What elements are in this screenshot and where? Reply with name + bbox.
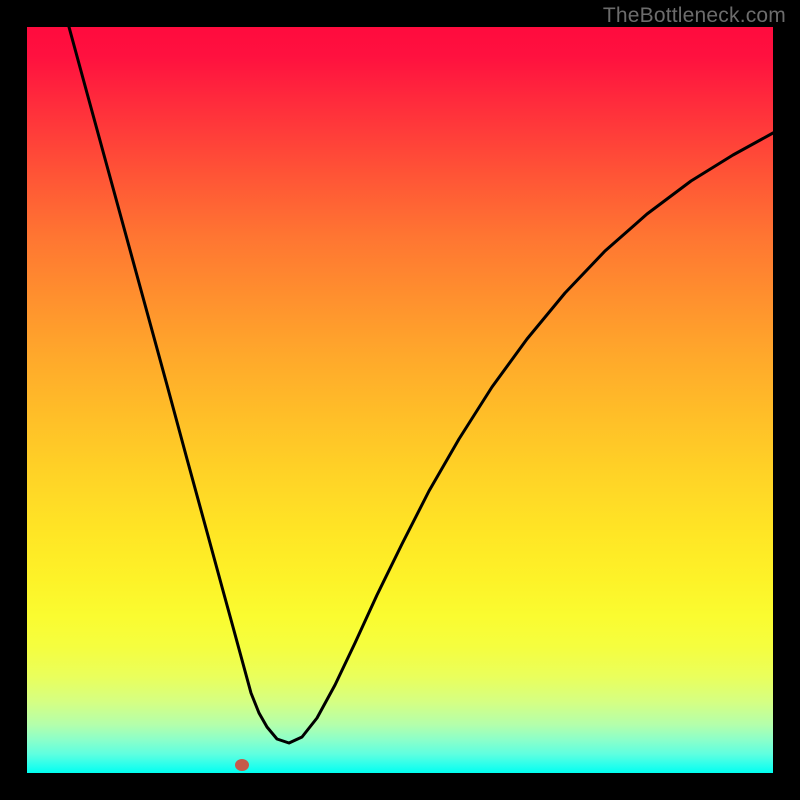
chart-area: [27, 27, 773, 773]
optimum-marker: [235, 759, 249, 771]
bottleneck-curve: [27, 27, 773, 773]
watermark-text: TheBottleneck.com: [603, 4, 786, 28]
